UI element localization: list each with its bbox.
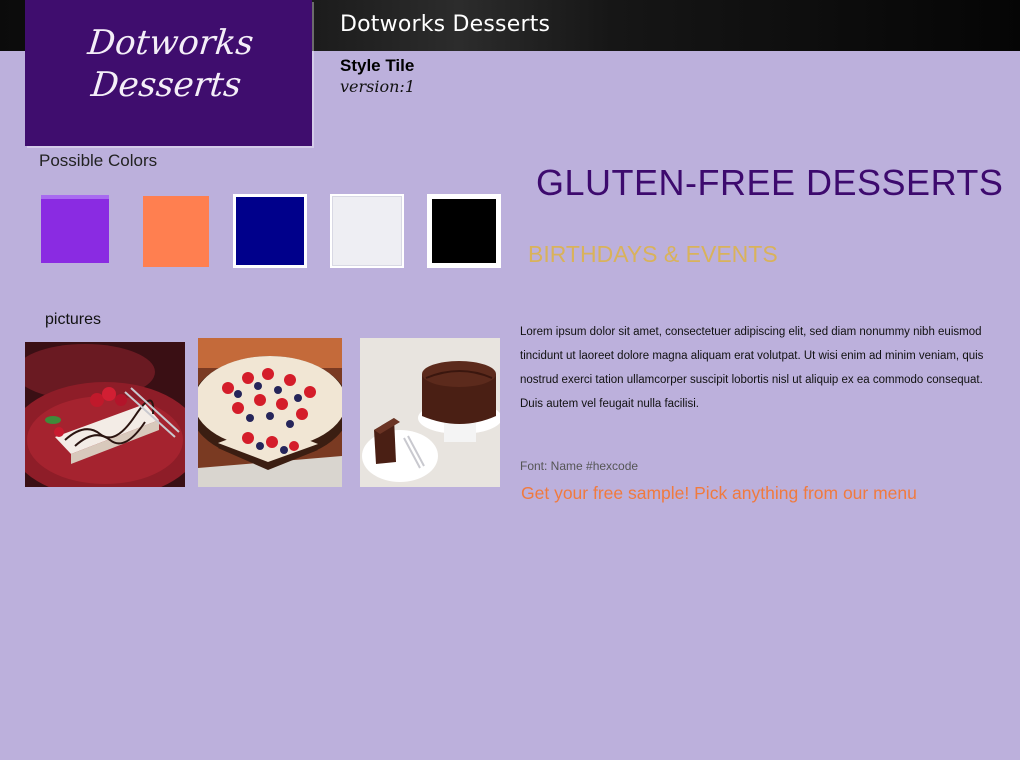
body-copy: Lorem ipsum dolor sit amet, consectetuer… bbox=[520, 326, 984, 410]
possible-colors-heading: Possible Colors bbox=[39, 151, 158, 170]
berry-brownie-tart-photo bbox=[198, 338, 342, 487]
logo-text: Dotworks Desserts bbox=[21, 22, 317, 106]
chocolate-cake-photo bbox=[360, 338, 500, 487]
color-swatch-navy bbox=[233, 194, 307, 268]
font-note: Font: Name #hexcode bbox=[520, 459, 639, 473]
style-tile-label: Style Tile bbox=[340, 56, 415, 75]
subheadline: BIRTHDAYS & EVENTS bbox=[528, 241, 778, 267]
color-swatch-navy-fill bbox=[236, 197, 304, 265]
color-swatch-coral bbox=[143, 196, 209, 267]
version-label: version:1 bbox=[340, 77, 415, 96]
color-swatch-light-gray-fill bbox=[332, 196, 402, 266]
color-swatch-light-gray bbox=[330, 194, 404, 268]
site-title: Dotworks Desserts bbox=[340, 12, 551, 37]
logo-line-1: Dotworks bbox=[85, 23, 256, 63]
free-sample-link[interactable]: Get your free sample! Pick anything from… bbox=[521, 483, 917, 504]
raspberry-cheesecake-photo bbox=[25, 342, 185, 487]
color-swatch-purple bbox=[41, 195, 109, 263]
logo[interactable]: Dotworks Desserts bbox=[25, 0, 312, 146]
logo-line-2: Desserts bbox=[89, 65, 244, 105]
color-swatch-black bbox=[427, 194, 501, 268]
headline: GLUTEN-FREE DESSERTS bbox=[536, 162, 1004, 203]
color-swatch-black-fill bbox=[432, 199, 496, 263]
pictures-heading: pictures bbox=[45, 311, 102, 328]
